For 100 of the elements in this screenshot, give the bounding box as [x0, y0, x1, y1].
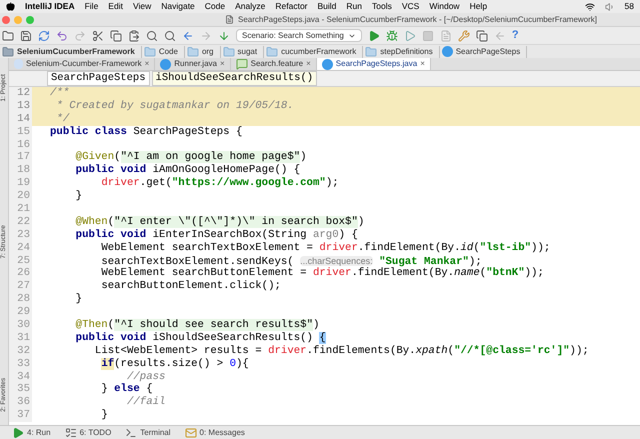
run-icon — [12, 426, 24, 438]
app-name[interactable]: IntelliJ IDEA — [25, 0, 75, 13]
tool-window-button[interactable]: Terminal — [140, 426, 171, 438]
undo-icon[interactable] — [56, 30, 68, 42]
line-number: 22 — [9, 216, 32, 229]
close-icon[interactable]: × — [220, 58, 225, 70]
run-config-dropdown[interactable]: Scenario: Search Something — [236, 29, 362, 42]
close-icon[interactable]: × — [420, 58, 425, 70]
line-number: 26 — [9, 267, 32, 280]
menu-item[interactable]: Tools — [372, 0, 392, 13]
window-title: SearchPageSteps.java - SeleniumCucumberFramework - [~/Desktop/SeleniumCucumberFramework] — [238, 14, 598, 26]
menu-item[interactable]: View — [132, 0, 152, 13]
close-icon[interactable]: × — [144, 58, 150, 70]
line-number: 33 — [9, 358, 32, 371]
line-number: 25 — [9, 254, 32, 268]
line-number: 21 — [9, 203, 32, 216]
breadcrumb-item[interactable]: cucumberFramework — [281, 46, 356, 58]
breadcrumb-item[interactable]: SeleniumCucumberFramework — [17, 46, 135, 58]
menu-item[interactable]: File — [84, 0, 98, 13]
line-number: 37 — [9, 409, 32, 422]
line-number: 17 — [9, 151, 32, 164]
tool-window-button[interactable]: 4: Run — [27, 426, 51, 438]
volume-icon[interactable] — [604, 2, 615, 12]
folder-icon — [365, 46, 378, 58]
cut-icon[interactable] — [92, 30, 104, 42]
feature-file-icon — [236, 58, 248, 70]
code-path-item[interactable]: SearchPageSteps — [47, 71, 150, 86]
editor-tab[interactable]: Selenium-Cucumber-Framework × — [9, 58, 156, 70]
breadcrumb-item[interactable]: stepDefinitions — [380, 46, 433, 58]
stop-icon[interactable] — [422, 30, 434, 42]
file-icon — [224, 15, 234, 24]
line-number: 30 — [9, 319, 32, 332]
menu-item[interactable]: Code — [204, 0, 226, 13]
tool-window-button[interactable]: 6: TODO — [80, 426, 112, 438]
editor-tab[interactable]: Search.feature × — [230, 58, 317, 70]
redo-icon[interactable] — [74, 30, 86, 42]
menu-item[interactable]: Analyze — [235, 0, 266, 13]
breadcrumb-item[interactable]: org — [202, 46, 214, 58]
breadcrumb-item[interactable]: SearchPageSteps — [456, 46, 520, 58]
breadcrumb-item[interactable]: Code — [158, 46, 178, 58]
message-icon — [184, 426, 197, 438]
save-icon[interactable] — [20, 30, 32, 42]
folder-icon[interactable] — [2, 30, 14, 42]
paste-icon[interactable] — [128, 30, 140, 42]
menu-item[interactable]: Window — [429, 0, 460, 13]
menu-item[interactable]: Help — [470, 0, 488, 13]
wifi-icon[interactable] — [584, 2, 595, 12]
settings-icon[interactable] — [458, 30, 470, 42]
clock[interactable]: 58 — [624, 0, 634, 13]
line-number: 13 — [9, 100, 32, 113]
line-number: 16 — [9, 138, 32, 152]
line-number: 36 — [9, 396, 32, 410]
run-icon[interactable] — [368, 30, 380, 42]
line-number: 35 — [9, 383, 32, 396]
folder-icon — [144, 46, 156, 58]
breadcrumb-item[interactable]: sugat — [238, 46, 258, 58]
line-number: 27 — [9, 280, 32, 294]
line-number: 29 — [9, 306, 32, 320]
menu-item[interactable]: Build — [318, 0, 336, 13]
editor-tab[interactable]: SearchPageSteps.java × — [316, 58, 431, 70]
tool-window-button[interactable]: 0: Messages — [200, 426, 245, 438]
bug-icon[interactable] — [386, 30, 398, 42]
line-number: 28 — [9, 293, 32, 306]
folder-icon — [2, 46, 14, 58]
maximize-icon[interactable] — [26, 16, 34, 24]
line-number: 31 — [9, 332, 32, 345]
line-number: 15 — [9, 126, 32, 139]
apple-icon[interactable] — [6, 2, 15, 11]
help-button[interactable]: ? — [512, 27, 519, 44]
sync-icon[interactable] — [38, 30, 50, 42]
menu-item[interactable]: Refactor — [275, 0, 308, 13]
menu-item[interactable]: Run — [346, 0, 362, 13]
copy-icon[interactable] — [110, 30, 122, 42]
folder-icon — [222, 46, 234, 58]
line-number: 19 — [9, 177, 32, 190]
menu-item[interactable]: Edit — [108, 0, 123, 13]
menu-item[interactable]: Navigate — [161, 0, 195, 13]
folder-icon — [266, 46, 278, 58]
code-path-item[interactable]: iShouldSeeSearchResults() — [152, 71, 318, 86]
line-number: 32 — [9, 344, 32, 358]
line-number: 12 — [9, 87, 32, 100]
list-icon — [64, 426, 77, 438]
line-number: 24 — [9, 242, 32, 255]
folder-icon — [186, 46, 199, 58]
forward-icon[interactable] — [200, 30, 212, 42]
line-number: 23 — [9, 228, 32, 242]
editor-tab[interactable]: Runner.java × — [155, 58, 231, 70]
line-number: 34 — [9, 370, 32, 384]
close-icon[interactable] — [2, 16, 10, 24]
class-icon — [442, 46, 453, 57]
line-number: 18 — [9, 164, 32, 178]
search-icon[interactable] — [146, 30, 158, 42]
class-icon — [160, 58, 172, 70]
line-number: 20 — [9, 190, 32, 204]
class-icon — [322, 58, 333, 70]
menu-item[interactable]: VCS — [402, 0, 420, 13]
line-number: 14 — [9, 112, 32, 126]
terminal-icon — [125, 426, 138, 438]
back-icon[interactable] — [182, 30, 194, 42]
close-icon[interactable]: × — [306, 58, 311, 70]
